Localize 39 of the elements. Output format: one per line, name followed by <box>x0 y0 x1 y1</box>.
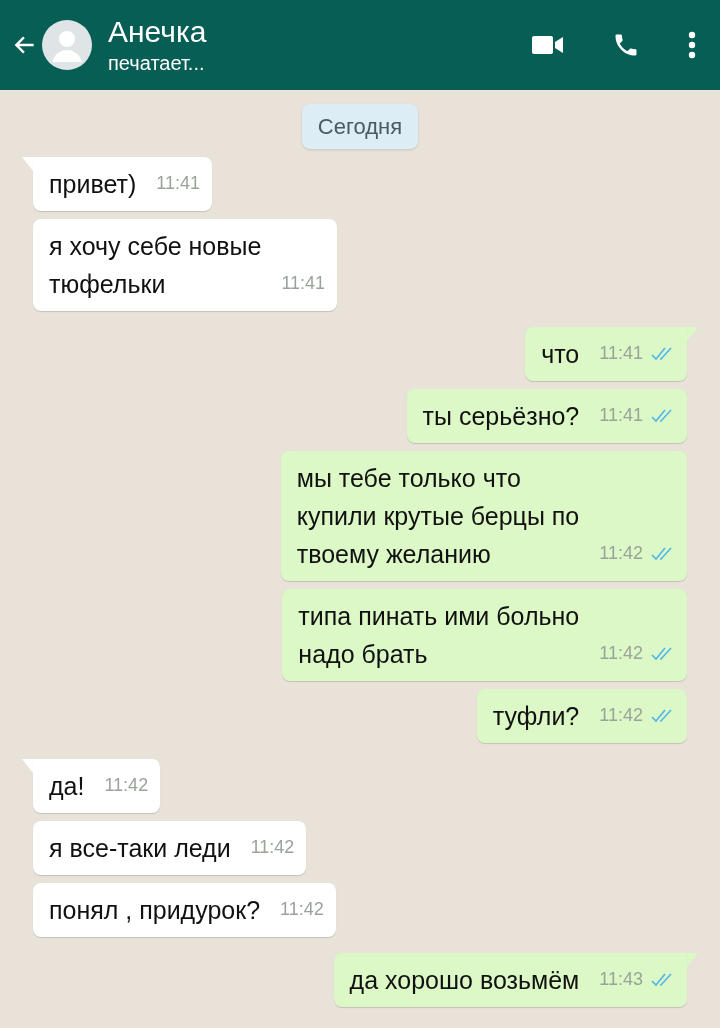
message-time: 11:41 <box>281 272 326 295</box>
message-bubble[interactable]: типа пинать ими больно надо брать 11:42 <box>282 589 687 681</box>
video-camera-icon[interactable] <box>532 34 564 56</box>
message-time: 11:42 <box>599 542 643 565</box>
message-text: я все-таки леди <box>49 833 231 864</box>
message-time: 11:41 <box>599 404 643 427</box>
date-label: Сегодня <box>301 104 419 149</box>
message-text: да! <box>49 771 85 802</box>
message-text: типа пинать ими больно надо брать <box>298 601 580 670</box>
message-bubble[interactable]: туфли? 11:42 <box>476 689 687 743</box>
message-time: 11:42 <box>599 704 643 727</box>
message-bubble[interactable]: что 11:41 <box>525 327 687 381</box>
message-text: привет) <box>49 169 137 200</box>
message-time: 11:41 <box>599 342 643 365</box>
message-time: 11:43 <box>599 968 643 991</box>
message-text: мы тебе только что купили крутые берцы по твоему желанию <box>296 463 580 570</box>
message-time: 11:42 <box>280 898 324 921</box>
message-text: что <box>541 339 580 370</box>
message-bubble[interactable]: мы тебе только что купили крутые берцы по твоему желанию 11:42 <box>280 451 687 581</box>
message-text: туфли? <box>492 701 580 732</box>
message-text: я хочу себе новые тюфельки <box>49 231 262 300</box>
message-text: понял , придурок? <box>49 895 261 926</box>
contact-name: Анечка <box>108 14 207 50</box>
message-time: 11:42 <box>599 642 643 665</box>
message-bubble[interactable]: да хорошо возьмём 11:43 <box>333 953 687 1007</box>
avatar[interactable] <box>42 20 92 70</box>
message-bubble[interactable]: да! 11:42 <box>33 759 161 813</box>
message-time: 11:42 <box>250 836 295 859</box>
message-text: ты серьёзно? <box>422 401 580 432</box>
message-bubble[interactable]: я все-таки леди 11:42 <box>33 821 307 875</box>
message-time: 11:41 <box>156 172 200 195</box>
message-bubble[interactable]: ты серьёзно? 11:41 <box>406 389 687 443</box>
message-text: да хорошо возьмём <box>349 965 580 996</box>
message-bubble[interactable]: я хочу себе новые тюфельки 11:41 <box>33 219 338 311</box>
more-options-icon[interactable] <box>688 31 696 59</box>
typing-status: печатает... <box>108 51 206 76</box>
message-bubble[interactable]: привет) 11:41 <box>33 157 212 211</box>
message-time: 11:42 <box>104 774 149 797</box>
message-bubble[interactable]: понял , придурок? 11:42 <box>33 883 336 937</box>
